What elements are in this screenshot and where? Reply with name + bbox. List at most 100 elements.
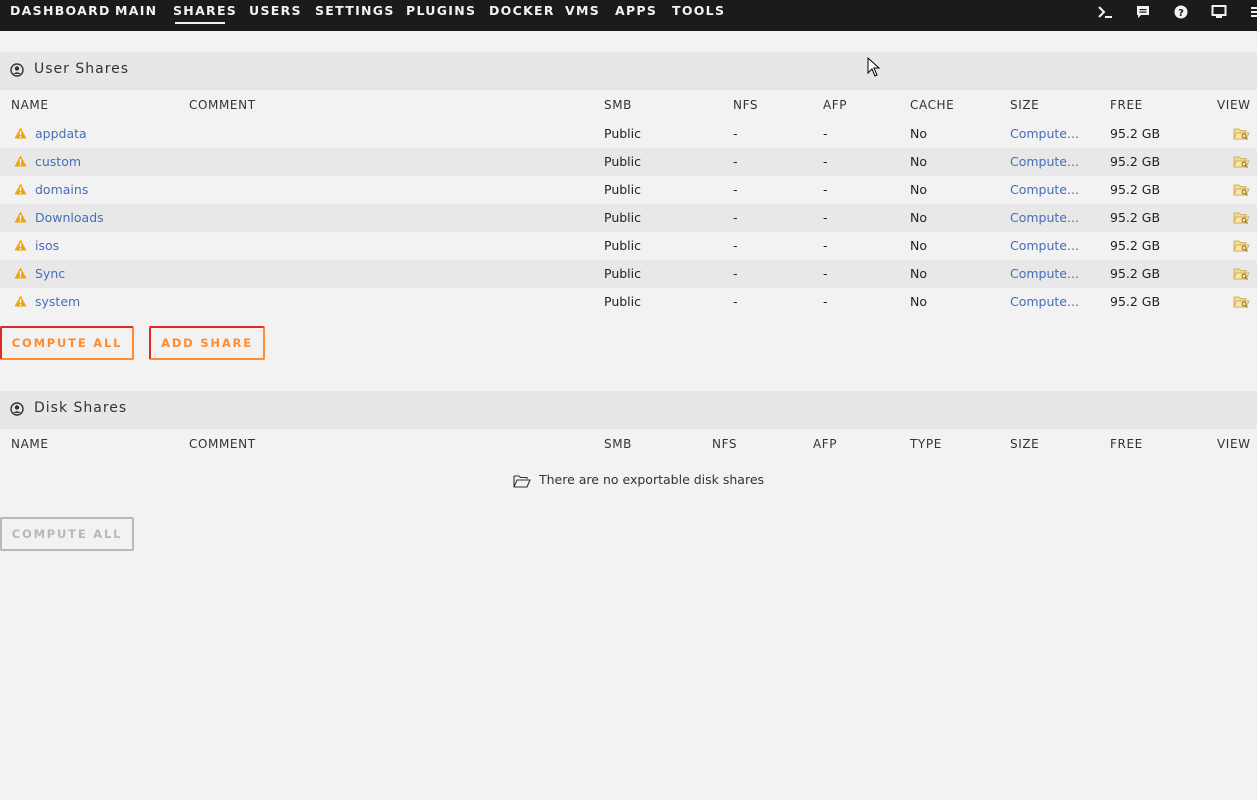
share-name-link[interactable]: system	[35, 294, 80, 309]
share-afp: -	[823, 294, 828, 309]
nav-plugins[interactable]: PLUGINS	[406, 3, 476, 18]
col-name[interactable]: NAME	[11, 98, 49, 112]
nav-tools[interactable]: TOOLS	[672, 3, 725, 18]
share-free: 95.2 GB	[1110, 154, 1161, 169]
nav-main[interactable]: MAIN	[115, 3, 157, 18]
share-size-compute-link[interactable]: Compute...	[1010, 126, 1079, 141]
col-nfs[interactable]: NFS	[733, 98, 758, 112]
terminal-icon[interactable]	[1097, 4, 1113, 20]
share-free: 95.2 GB	[1110, 210, 1161, 225]
share-cache: No	[910, 294, 927, 309]
share-size-compute-link[interactable]: Compute...	[1010, 266, 1079, 281]
col-smb[interactable]: SMB	[604, 98, 632, 112]
share-smb: Public	[604, 210, 641, 225]
disk-shares-title: Disk Shares	[34, 400, 128, 416]
share-nfs: -	[733, 266, 738, 281]
browse-folder-icon[interactable]	[1233, 239, 1250, 253]
share-smb: Public	[604, 238, 641, 253]
col-free[interactable]: FREE	[1110, 437, 1143, 451]
share-smb: Public	[604, 126, 641, 141]
disk-compute-all-button[interactable]: COMPUTE ALL	[0, 517, 134, 551]
share-size-compute-link[interactable]: Compute...	[1010, 294, 1079, 309]
compute-all-button[interactable]: COMPUTE ALL	[0, 326, 134, 360]
col-name[interactable]: NAME	[11, 437, 49, 451]
user-shares-header: User Shares	[0, 52, 1257, 89]
warning-icon	[14, 239, 27, 251]
col-view: VIEW	[1217, 98, 1251, 112]
user-shares-column-header: NAME COMMENT SMB NFS AFP CACHE SIZE FREE…	[0, 89, 1257, 119]
share-name-link[interactable]: Sync	[35, 266, 65, 281]
col-cache[interactable]: CACHE	[910, 98, 954, 112]
open-folder-icon	[513, 475, 531, 488]
browse-folder-icon[interactable]	[1233, 155, 1250, 169]
col-type[interactable]: TYPE	[910, 437, 942, 451]
share-name-link[interactable]: isos	[35, 238, 59, 253]
share-afp: -	[823, 126, 828, 141]
add-share-button[interactable]: ADD SHARE	[149, 326, 265, 360]
help-icon[interactable]: ?	[1173, 4, 1189, 20]
col-nfs[interactable]: NFS	[712, 437, 737, 451]
col-smb[interactable]: SMB	[604, 437, 632, 451]
share-free: 95.2 GB	[1110, 266, 1161, 281]
top-nav: DASHBOARD MAIN SHARES USERS SETTINGS PLU…	[0, 0, 1257, 31]
nav-apps[interactable]: APPS	[615, 3, 657, 18]
warning-icon	[14, 127, 27, 139]
nav-vms[interactable]: VMS	[565, 3, 600, 18]
table-row: system Public - - No Compute... 95.2 GB	[0, 288, 1257, 316]
share-free: 95.2 GB	[1110, 294, 1161, 309]
disk-shares-column-header: NAME COMMENT SMB NFS AFP TYPE SIZE FREE …	[0, 428, 1257, 458]
share-size-compute-link[interactable]: Compute...	[1010, 182, 1079, 197]
share-size-compute-link[interactable]: Compute...	[1010, 238, 1079, 253]
table-row: Downloads Public - - No Compute... 95.2 GB	[0, 204, 1257, 232]
col-afp[interactable]: AFP	[813, 437, 837, 451]
nav-dashboard[interactable]: DASHBOARD	[10, 3, 111, 18]
share-afp: -	[823, 210, 828, 225]
share-size-compute-link[interactable]: Compute...	[1010, 154, 1079, 169]
table-row: custom Public - - No Compute... 95.2 GB	[0, 148, 1257, 176]
share-afp: -	[823, 238, 828, 253]
share-free: 95.2 GB	[1110, 182, 1161, 197]
menu-icon[interactable]	[1247, 4, 1257, 20]
user-shares-title: User Shares	[34, 61, 130, 77]
share-cache: No	[910, 154, 927, 169]
table-row: isos Public - - No Compute... 95.2 GB	[0, 232, 1257, 260]
nav-docker[interactable]: DOCKER	[489, 3, 555, 18]
share-afp: -	[823, 266, 828, 281]
nav-users[interactable]: USERS	[249, 3, 302, 18]
nav-shares[interactable]: SHARES	[173, 3, 237, 24]
browse-folder-icon[interactable]	[1233, 267, 1250, 281]
col-comment[interactable]: COMMENT	[189, 437, 256, 451]
col-size[interactable]: SIZE	[1010, 98, 1039, 112]
share-size-compute-link[interactable]: Compute...	[1010, 210, 1079, 225]
share-nfs: -	[733, 182, 738, 197]
user-circle-icon	[10, 63, 24, 77]
monitor-icon[interactable]	[1211, 4, 1227, 20]
table-row: Sync Public - - No Compute... 95.2 GB	[0, 260, 1257, 288]
browse-folder-icon[interactable]	[1233, 183, 1250, 197]
empty-disk-shares-message: There are no exportable disk shares	[539, 472, 765, 487]
share-nfs: -	[733, 210, 738, 225]
warning-icon	[14, 155, 27, 167]
nav-settings[interactable]: SETTINGS	[315, 3, 395, 18]
user-circle-icon	[10, 402, 24, 416]
table-row: appdata Public - - No Compute... 95.2 GB	[0, 120, 1257, 148]
col-comment[interactable]: COMMENT	[189, 98, 256, 112]
share-name-link[interactable]: custom	[35, 154, 81, 169]
share-name-link[interactable]: Downloads	[35, 210, 104, 225]
warning-icon	[14, 211, 27, 223]
table-row: domains Public - - No Compute... 95.2 GB	[0, 176, 1257, 204]
col-free[interactable]: FREE	[1110, 98, 1143, 112]
share-smb: Public	[604, 294, 641, 309]
mouse-cursor-icon	[867, 57, 881, 77]
browse-folder-icon[interactable]	[1233, 127, 1250, 141]
browse-folder-icon[interactable]	[1233, 295, 1250, 309]
share-cache: No	[910, 238, 927, 253]
share-cache: No	[910, 210, 927, 225]
browse-folder-icon[interactable]	[1233, 211, 1250, 225]
col-size[interactable]: SIZE	[1010, 437, 1039, 451]
col-afp[interactable]: AFP	[823, 98, 847, 112]
feedback-icon[interactable]	[1135, 4, 1151, 20]
share-name-link[interactable]: appdata	[35, 126, 87, 141]
share-free: 95.2 GB	[1110, 238, 1161, 253]
share-name-link[interactable]: domains	[35, 182, 88, 197]
